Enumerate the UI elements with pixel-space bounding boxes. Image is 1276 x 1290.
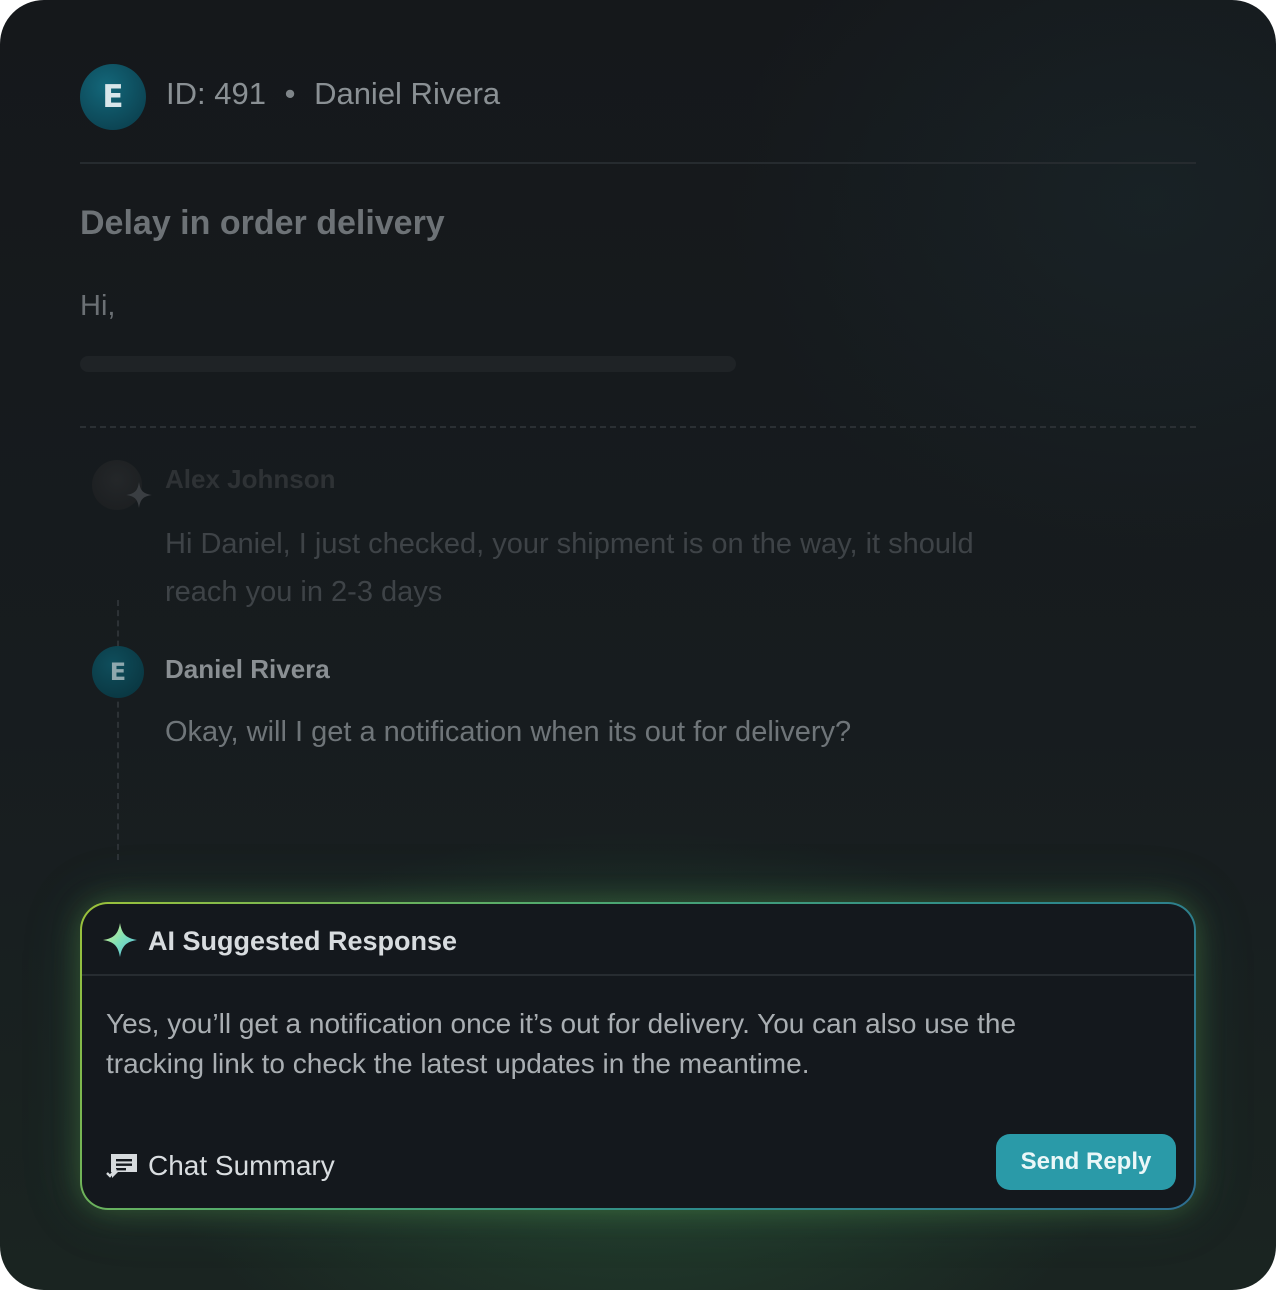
chat-summary-label: Chat Summary — [148, 1150, 335, 1181]
ticket-card: E ID: 491 • Daniel Rivera Delay in order… — [0, 0, 1276, 1290]
ai-suggested-response-panel: AI Suggested Response Yes, you’ll get a … — [80, 902, 1196, 1210]
message-text: Okay, will I get a notification when its… — [165, 716, 852, 748]
customer-message-avatar-initial: E — [109, 658, 127, 686]
ai-panel-divider — [82, 974, 1194, 976]
message-author: Alex Johnson — [165, 464, 336, 494]
chat-summary-icon — [106, 1154, 137, 1178]
customer-avatar-initial: E — [102, 79, 124, 115]
customer-avatar: E — [80, 64, 146, 130]
thread-divider — [80, 426, 1196, 428]
ai-panel-title: AI Suggested Response — [148, 926, 458, 956]
header-separator: • — [284, 76, 296, 111]
chat-summary-button[interactable]: Chat Summary — [106, 1150, 335, 1182]
ai-suggested-text: Yes, you’ll get a notification once it’s… — [106, 1008, 1017, 1079]
message-author: Daniel Rivera — [165, 654, 330, 684]
thread-connector-line — [117, 600, 119, 860]
ticket-header: ID: 491 • Daniel Rivera — [166, 76, 500, 112]
ai-agent-sparkle-icon — [126, 482, 152, 508]
message-text: Hi Daniel, I just checked, your shipment… — [165, 528, 974, 608]
loading-placeholder-line — [80, 356, 736, 372]
customer-name: Daniel Rivera — [314, 76, 501, 111]
customer-message-avatar: E — [92, 646, 144, 698]
sparkle-icon — [103, 923, 137, 957]
send-reply-button[interactable]: Send Reply — [996, 1134, 1176, 1190]
ticket-id: ID: 491 — [166, 76, 266, 111]
ticket-greeting: Hi, — [80, 290, 116, 322]
header-divider — [80, 162, 1196, 164]
ticket-subject: Delay in order delivery — [80, 204, 445, 242]
